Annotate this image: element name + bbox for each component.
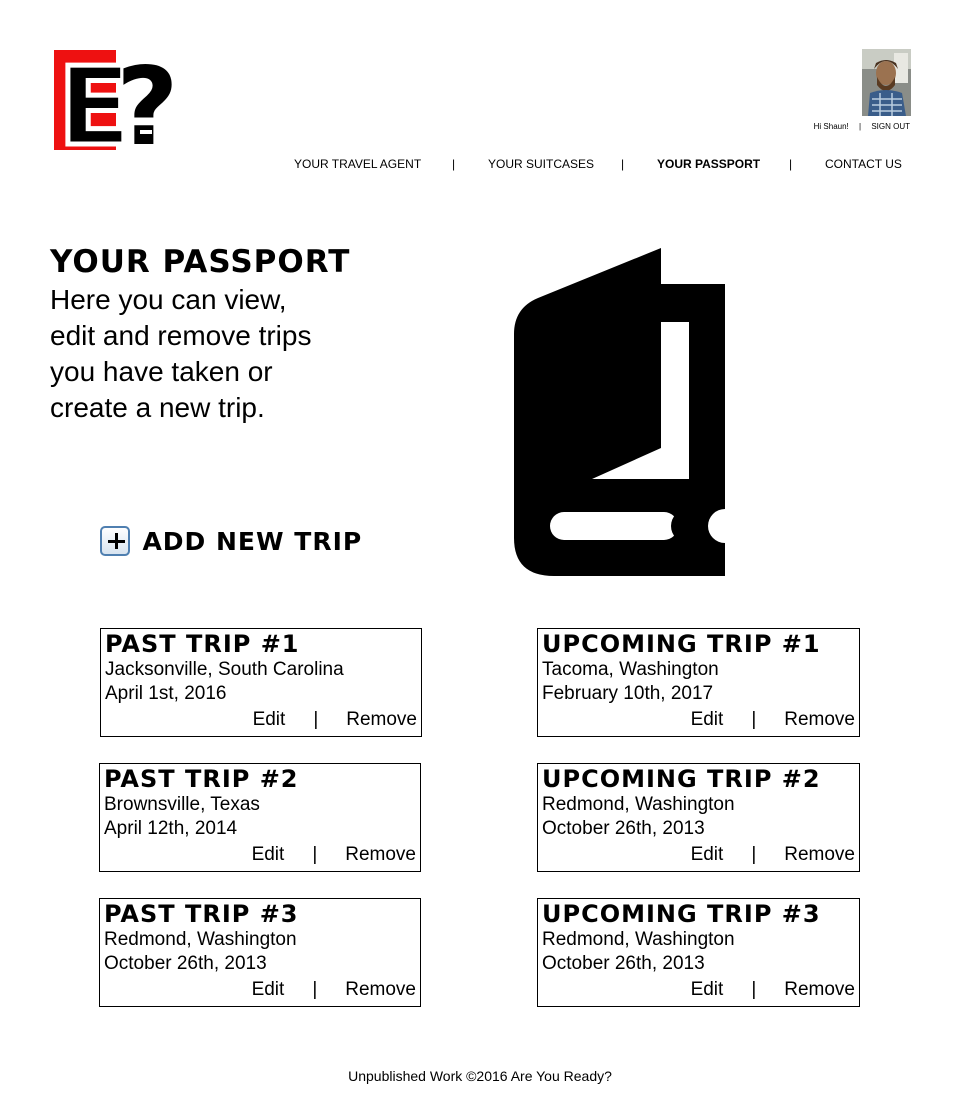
page-title: YOUR PASSPORT <box>50 244 351 280</box>
add-new-trip-button[interactable]: ADD NEW TRIP <box>100 526 362 560</box>
avatar[interactable] <box>862 49 911 116</box>
trip-title: UPCOMING TRIP #2 <box>542 765 821 793</box>
edit-trip-link[interactable]: Edit <box>691 844 724 865</box>
trip-title: PAST TRIP #3 <box>104 900 299 928</box>
action-separator: | <box>751 979 757 1000</box>
nav-item-contact-us[interactable]: CONTACT US <box>825 157 902 171</box>
action-separator: | <box>751 844 757 865</box>
upcoming-trip-card: UPCOMING TRIP #2 Redmond, Washington Oct… <box>537 763 860 872</box>
sign-out-link[interactable]: SIGN OUT <box>871 122 910 131</box>
remove-trip-link[interactable]: Remove <box>346 709 417 730</box>
trip-actions: Edit | Remove <box>253 708 417 732</box>
trip-location: Redmond, Washington <box>104 929 297 950</box>
trip-location: Redmond, Washington <box>542 794 735 815</box>
trip-date: April 1st, 2016 <box>105 683 227 704</box>
trip-location: Redmond, Washington <box>542 929 735 950</box>
edit-trip-link[interactable]: Edit <box>253 709 286 730</box>
trip-date: February 10th, 2017 <box>542 683 714 704</box>
trip-date: October 26th, 2013 <box>542 953 705 974</box>
trip-title: UPCOMING TRIP #1 <box>542 630 821 658</box>
logo-question-mark: ? <box>116 46 176 152</box>
remove-trip-link[interactable]: Remove <box>345 979 416 1000</box>
action-separator: | <box>312 979 318 1000</box>
trip-title: PAST TRIP #1 <box>105 630 300 658</box>
logo[interactable]: E ? <box>54 46 176 152</box>
edit-trip-link[interactable]: Edit <box>252 844 285 865</box>
nav-item-passport[interactable]: YOUR PASSPORT <box>657 157 760 171</box>
edit-trip-link[interactable]: Edit <box>252 979 285 1000</box>
trip-title: PAST TRIP #2 <box>104 765 299 793</box>
greeting-text: Hi Shaun! <box>813 122 849 131</box>
add-new-trip-label: ADD NEW TRIP <box>142 526 363 556</box>
plus-icon <box>100 526 130 556</box>
intro-text: Here you can view, edit and remove trips… <box>50 284 312 423</box>
past-trip-card: PAST TRIP #2 Brownsville, Texas April 12… <box>99 763 421 872</box>
trip-actions: Edit | Remove <box>691 843 855 867</box>
action-separator: | <box>312 844 318 865</box>
edit-trip-link[interactable]: Edit <box>691 979 724 1000</box>
main-nav: YOUR TRAVEL AGENT | YOUR SUITCASES | YOU… <box>276 157 916 175</box>
remove-trip-link[interactable]: Remove <box>784 709 855 730</box>
trip-date: October 26th, 2013 <box>542 818 705 839</box>
action-separator: | <box>751 709 757 730</box>
trip-date: April 12th, 2014 <box>104 818 238 839</box>
trip-actions: Edit | Remove <box>691 978 855 1002</box>
trip-location: Tacoma, Washington <box>542 659 719 680</box>
user-links: Hi Shaun! | SIGN OUT <box>790 122 910 131</box>
passport-book-icon <box>514 248 728 576</box>
action-separator: | <box>313 709 319 730</box>
remove-trip-link[interactable]: Remove <box>784 979 855 1000</box>
footer-text: Unpublished Work ©2016 Are You Ready? <box>348 1068 612 1084</box>
edit-trip-link[interactable]: Edit <box>691 709 724 730</box>
nav-separator: | <box>452 157 456 171</box>
trip-actions: Edit | Remove <box>252 843 416 867</box>
past-trip-card: PAST TRIP #3 Redmond, Washington October… <box>99 898 421 1007</box>
past-trip-card: PAST TRIP #1 Jacksonville, South Carolin… <box>100 628 422 737</box>
nav-item-suitcases[interactable]: YOUR SUITCASES <box>488 157 594 171</box>
remove-trip-link[interactable]: Remove <box>345 844 416 865</box>
trip-location: Brownsville, Texas <box>104 794 260 815</box>
trip-actions: Edit | Remove <box>691 708 855 732</box>
upcoming-trip-card: UPCOMING TRIP #3 Redmond, Washington Oct… <box>537 898 860 1007</box>
nav-item-travel-agent[interactable]: YOUR TRAVEL AGENT <box>294 157 421 171</box>
trip-title: UPCOMING TRIP #3 <box>542 900 821 928</box>
nav-separator: | <box>789 157 793 171</box>
remove-trip-link[interactable]: Remove <box>784 844 855 865</box>
trip-location: Jacksonville, South Carolina <box>105 659 344 680</box>
nav-separator: | <box>621 157 625 171</box>
trip-actions: Edit | Remove <box>252 978 416 1002</box>
trip-date: October 26th, 2013 <box>104 953 267 974</box>
upcoming-trip-card: UPCOMING TRIP #1 Tacoma, Washington Febr… <box>537 628 860 737</box>
user-links-separator: | <box>859 122 862 131</box>
